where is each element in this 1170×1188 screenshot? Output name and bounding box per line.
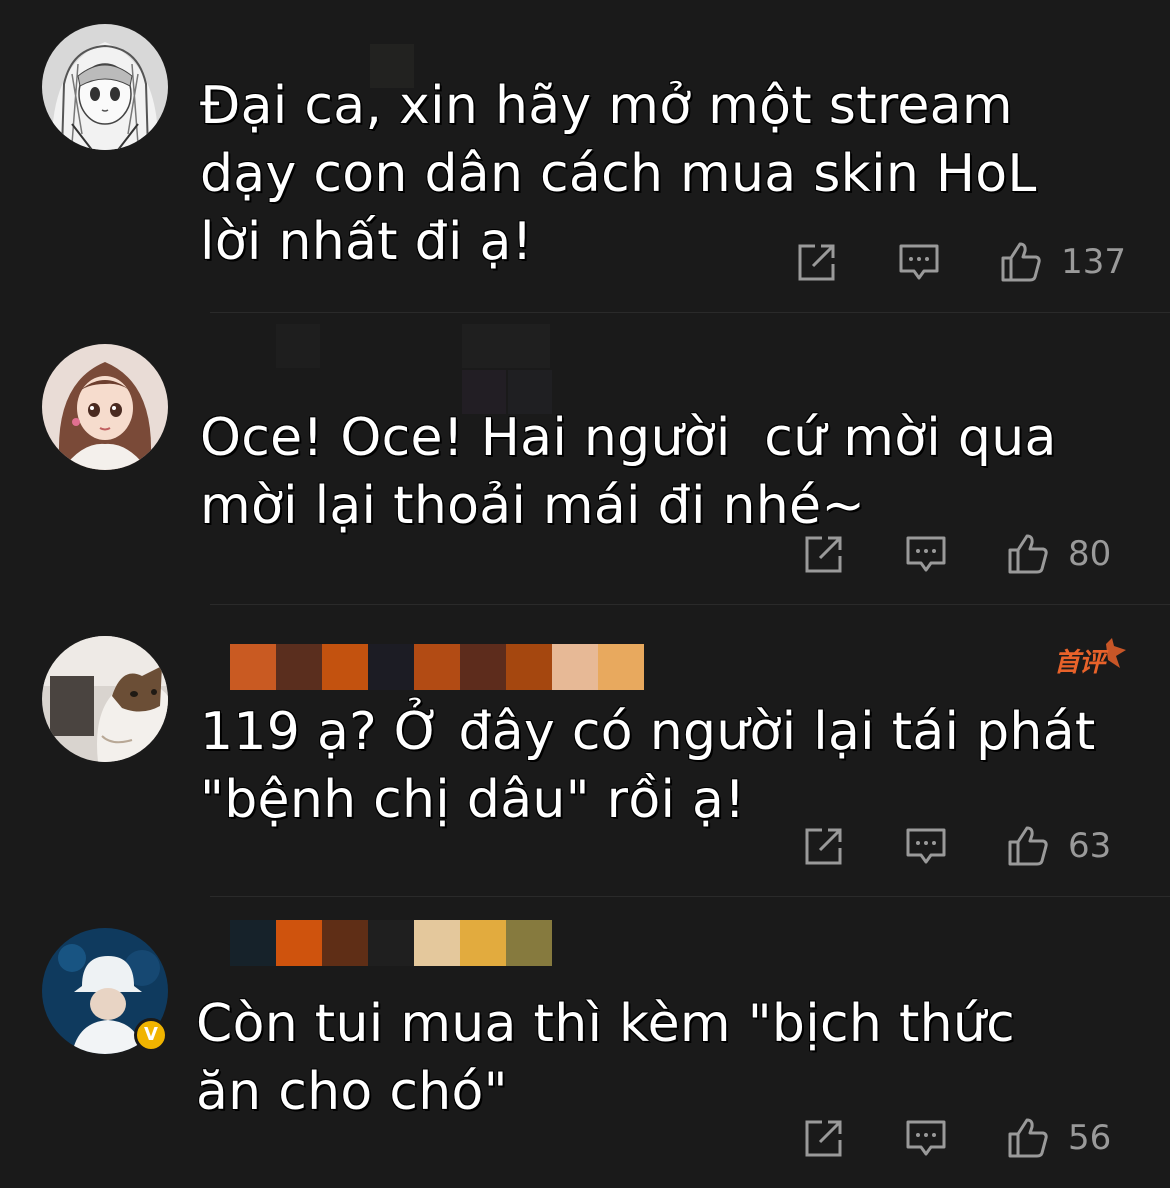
avatar[interactable] — [42, 636, 168, 762]
pixel-block — [460, 920, 506, 966]
pixel-block — [414, 920, 460, 966]
comment-actions: 80 — [744, 530, 1126, 578]
verified-badge-icon: V — [134, 1018, 168, 1052]
comment-actions: 137 — [737, 238, 1126, 286]
pixel-block — [230, 920, 276, 966]
pixel-block — [552, 644, 598, 690]
like-count: 137 — [1061, 242, 1126, 282]
like-count: 63 — [1068, 826, 1112, 866]
divider — [210, 604, 1170, 605]
pixel-block — [368, 920, 414, 966]
pixelation-artifact — [462, 324, 550, 368]
first-comment-badge: 首评 — [1050, 638, 1130, 680]
pixel-block — [598, 644, 644, 690]
reply-icon[interactable] — [904, 532, 948, 576]
comment-text: Còn tui mua thì kèm "bịch thức ăn cho ch… — [196, 994, 1016, 1122]
pixel-block — [230, 644, 276, 690]
reply-icon[interactable] — [904, 824, 948, 868]
pixel-block — [368, 644, 414, 690]
reply-icon[interactable] — [904, 1116, 948, 1160]
pixel-block — [276, 920, 322, 966]
pixel-block — [322, 644, 368, 690]
thumbs-up-icon[interactable] — [1006, 824, 1050, 868]
pixelation-artifact — [276, 324, 320, 368]
share-icon[interactable] — [802, 532, 846, 576]
pixel-block — [276, 644, 322, 690]
comment-actions: 56 — [744, 1114, 1126, 1162]
avatar[interactable] — [42, 24, 168, 150]
comment-text: Oce! Oce! Hai người cứ mời qua mời lại t… — [200, 408, 1057, 536]
divider — [210, 312, 1170, 313]
reply-icon[interactable] — [897, 240, 941, 284]
username-censored — [230, 920, 552, 966]
thumbs-up-icon[interactable] — [1006, 1116, 1050, 1160]
pixel-block — [506, 644, 552, 690]
divider — [210, 896, 1170, 897]
username-censored — [230, 644, 644, 690]
pixel-block — [460, 644, 506, 690]
like-count: 56 — [1068, 1118, 1112, 1158]
comment-text: 119 ạ? Ở đây có người lại tái phát "bệnh… — [200, 702, 1096, 830]
like-count: 80 — [1068, 534, 1112, 574]
comment-actions: 63 — [744, 822, 1126, 870]
pixel-block — [414, 644, 460, 690]
share-icon[interactable] — [802, 824, 846, 868]
pixel-block — [322, 920, 368, 966]
thumbs-up-icon[interactable] — [999, 240, 1043, 284]
share-icon[interactable] — [795, 240, 839, 284]
share-icon[interactable] — [802, 1116, 846, 1160]
avatar[interactable] — [42, 344, 168, 470]
pixel-block — [506, 920, 552, 966]
thumbs-up-icon[interactable] — [1006, 532, 1050, 576]
